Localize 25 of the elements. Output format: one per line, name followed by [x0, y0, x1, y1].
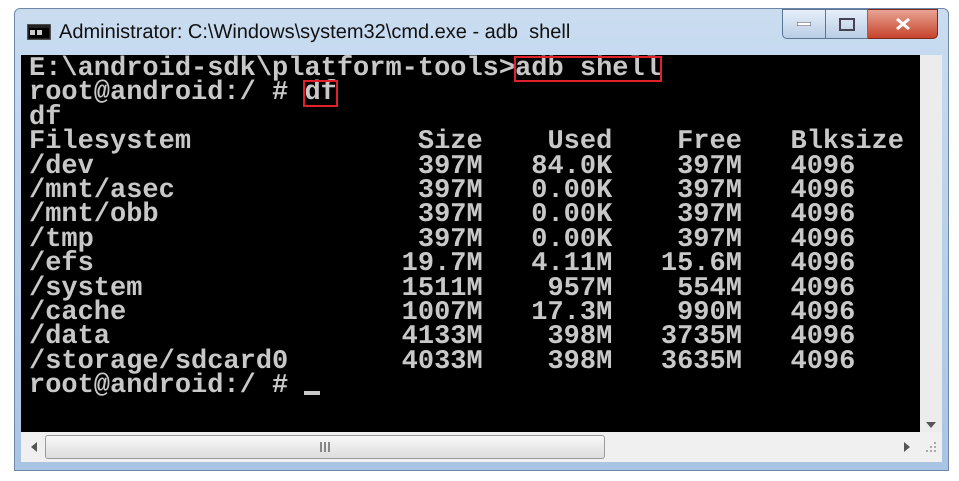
right-arrow-icon — [904, 442, 910, 452]
console-line: /data 4133M 398M 3735M 4096 — [29, 325, 856, 350]
maximize-button[interactable] — [826, 9, 868, 39]
resize-grip-icon[interactable] — [925, 441, 937, 453]
scroll-thumb[interactable] — [45, 435, 605, 459]
console-line: Filesystem Size Used Free Blksize — [29, 130, 904, 155]
close-icon — [894, 17, 910, 31]
console-line: /mnt/obb 397M 0.00K 397M 4096 — [29, 203, 856, 228]
grip-icon — [320, 442, 330, 452]
minimize-icon — [797, 22, 811, 26]
down-arrow-icon — [926, 422, 936, 428]
window-title: Administrator: C:\Windows\system32\cmd.exe - adb shell — [59, 20, 570, 45]
close-button[interactable] — [868, 9, 938, 39]
console-line: /efs 19.7M 4.11M 15.6M 4096 — [29, 252, 856, 277]
console-line: /tmp 397M 0.00K 397M 4096 — [29, 228, 856, 252]
maximize-icon — [838, 18, 854, 30]
console-line: E:\android-sdk\platform-tools> — [29, 57, 516, 82]
console-line: root@android:/ # — [29, 374, 288, 398]
console-line: /dev 397M 84.0K 397M 4096 — [29, 154, 856, 179]
vertical-scrollbar[interactable] — [920, 55, 942, 432]
console-line: /system 1511M 957M 554M 4096 — [29, 276, 856, 301]
left-arrow-icon — [31, 442, 37, 452]
console-icon — [27, 24, 51, 40]
minimize-button[interactable] — [782, 9, 826, 39]
console-line: /storage/sdcard0 4033M 398M 3635M 4096 — [29, 350, 856, 374]
